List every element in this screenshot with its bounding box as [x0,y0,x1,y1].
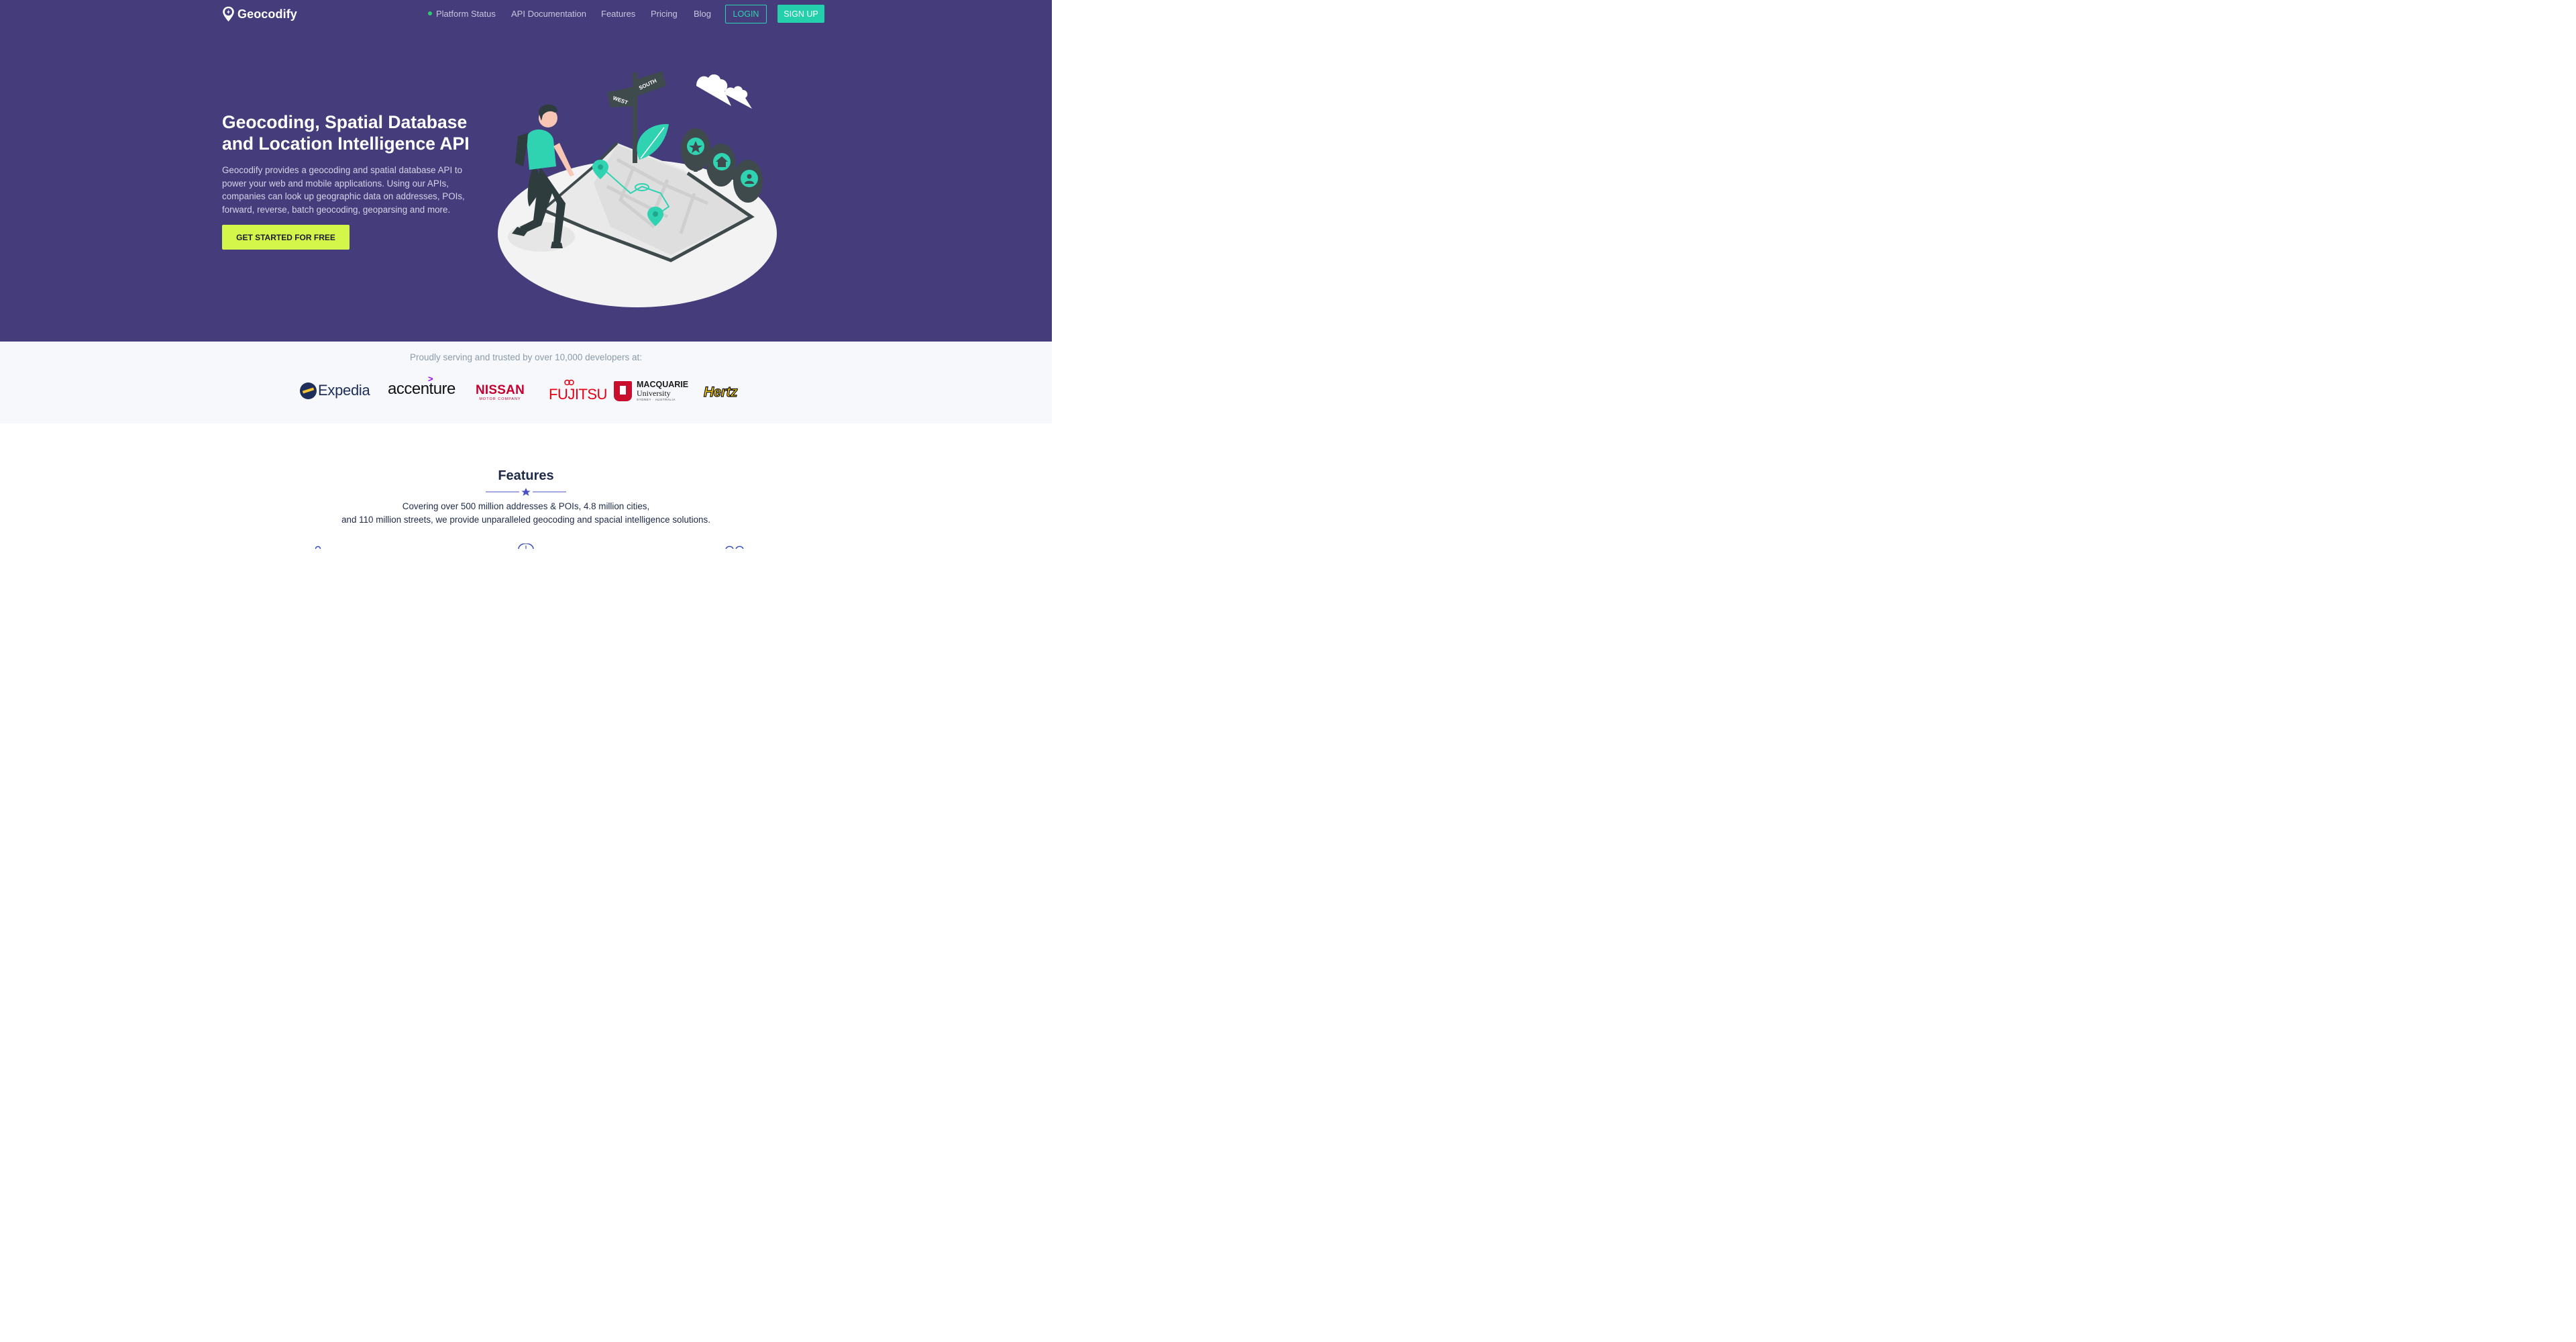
trusted-text: Proudly serving and trusted by over 10,0… [410,352,642,362]
accenture-logo-text: accenture [388,380,455,398]
macquarie-logo-line2: University [637,388,671,398]
hero-description: Geocodify provides a geocoding and spati… [222,165,465,215]
star-icon [521,488,531,496]
fujitsu-logo: FUJITSU [549,379,607,403]
nissan-logo-subtext: MOTOR COMPANY [479,397,521,401]
nav-blog[interactable]: Blog [694,9,711,19]
expedia-plane-icon [300,382,317,399]
get-started-button[interactable]: GET STARTED FOR FREE [222,225,350,250]
hero-title: Geocoding, Spatial Database and Location… [222,112,470,154]
features-divider [486,488,566,496]
fujitsu-logo-text: FUJITSU [549,386,607,403]
nav-platform-status-label: Platform Status [436,9,496,19]
trusted-by-section: Proudly serving and trusted by over 10,0… [0,342,1052,423]
features-description-line1: Covering over 500 million addresses & PO… [402,501,650,511]
accenture-logo: > accenture [388,374,455,399]
signup-button[interactable]: SIGN UP [777,5,824,23]
globe-feature-icon [518,544,534,549]
expedia-logo: Expedia [300,382,370,399]
features-description-line2: and 110 million streets, we provide unpa… [341,515,710,525]
user-pin-icon [733,160,763,203]
nissan-logo: NISSAN MOTOR COMPANY [476,384,525,401]
location-feature-icon [315,546,321,549]
nav-platform-status[interactable]: Platform Status [428,9,496,19]
accenture-caret-icon: > [428,374,433,384]
hertz-logo-text: Hertz [703,384,738,400]
expedia-logo-text: Expedia [318,382,370,399]
nav-pricing[interactable]: Pricing [651,9,678,19]
top-nav: Platform Status API Documentation Featur… [0,5,1052,23]
nav-api-documentation[interactable]: API Documentation [511,9,586,19]
home-pin-icon [706,144,736,187]
hertz-logo: Hertz [703,384,738,401]
cloud-icon [696,74,752,109]
nav-features[interactable]: Features [601,9,635,19]
features-description: Covering over 500 million addresses & PO… [0,500,1052,527]
fujitsu-infinity-icon [564,379,574,386]
macquarie-crest-icon [614,380,632,401]
hero-illustration: WEST SOUTH [498,71,777,307]
binoculars-feature-icon [725,546,744,549]
macquarie-logo: MACQUARIE University SYDNEY · AUSTRALIA [614,380,688,401]
hero-section: Geocodify Platform Status API Documentat… [0,0,1052,342]
macquarie-logo-line3: SYDNEY · AUSTRALIA [637,397,676,401]
macquarie-logo-line1: MACQUARIE [637,380,689,389]
features-title: Features [498,468,554,483]
status-dot-icon [428,11,432,15]
nissan-logo-text: NISSAN [476,383,525,397]
login-button[interactable]: LOGIN [725,5,767,23]
